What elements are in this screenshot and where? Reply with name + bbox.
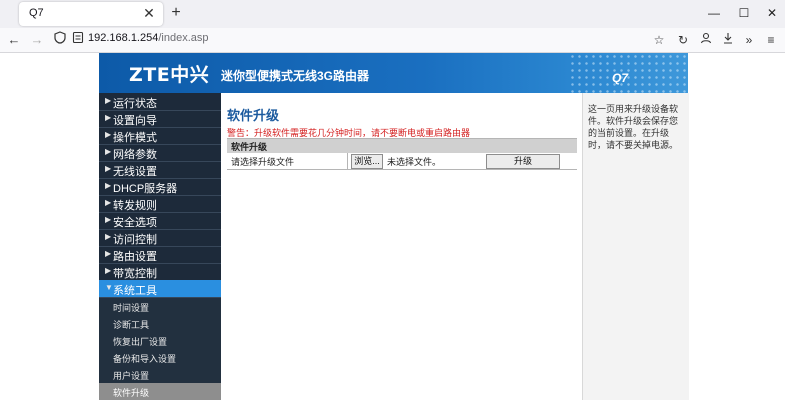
- file-label: 请选择升级文件: [231, 157, 295, 167]
- menu-hamburger-icon[interactable]: ≡: [761, 30, 781, 50]
- menu-item-wizard[interactable]: ▶ 设置向导: [99, 110, 221, 128]
- new-tab-button[interactable]: +: [166, 3, 186, 23]
- browse-button[interactable]: 浏览...: [351, 154, 383, 169]
- submenu-item-backup-import[interactable]: 备份和导入设置: [99, 349, 221, 366]
- menu-item-label: 设置向导: [113, 115, 157, 127]
- menu-item-bandwidth[interactable]: ▶ 带宽控制: [99, 263, 221, 281]
- menu-item-label: 网络参数: [113, 149, 157, 161]
- account-icon[interactable]: [696, 30, 716, 50]
- caret-right-icon: ▶: [105, 181, 112, 190]
- banner-dot-pattern: [569, 53, 688, 93]
- submenu-item-label: 诊断工具: [113, 320, 150, 330]
- url-path: /index.asp: [158, 32, 209, 44]
- menu-item-label: 运行状态: [113, 98, 157, 110]
- menu-item-label: 无线设置: [113, 166, 157, 178]
- back-arrow-icon[interactable]: ←: [4, 30, 24, 50]
- page-title: 软件升级: [227, 108, 280, 123]
- submenu-item-label: 用户设置: [113, 371, 150, 381]
- caret-right-icon: ▶: [105, 113, 112, 122]
- banner-title: 迷你型便携式无线3G路由器: [221, 69, 370, 83]
- downloads-icon[interactable]: [718, 30, 738, 50]
- browser-tab-bar: Q7 ✕ + — ☐ ✕: [0, 0, 785, 28]
- minimize-icon[interactable]: —: [703, 4, 725, 22]
- main-content: 软件升级 警告：升级软件需要花几分钟时间，请不要断电或重启路由器 软件升级 请选…: [221, 93, 582, 400]
- caret-right-icon: ▶: [105, 232, 112, 241]
- menu-item-wireless[interactable]: ▶ 无线设置: [99, 161, 221, 179]
- menu-item-dhcp[interactable]: ▶ DHCP服务器: [99, 178, 221, 196]
- column-divider: [347, 153, 348, 169]
- caret-down-icon: ▼: [105, 283, 113, 292]
- menu-item-label: 安全选项: [113, 217, 157, 229]
- menu-item-label: DHCP服务器: [113, 183, 178, 195]
- submenu-item-time[interactable]: 时间设置: [99, 298, 221, 315]
- forward-arrow-icon[interactable]: →: [27, 30, 47, 50]
- caret-right-icon: ▶: [105, 130, 112, 139]
- overflow-chevron-icon[interactable]: »: [739, 30, 759, 50]
- menu-item-forwarding[interactable]: ▶ 转发规则: [99, 195, 221, 213]
- submenu-item-firmware-upgrade[interactable]: 软件升级: [99, 383, 221, 400]
- menu-item-label: 系统工具: [113, 285, 157, 297]
- maximize-icon[interactable]: ☐: [733, 4, 755, 22]
- caret-right-icon: ▶: [105, 147, 112, 156]
- page-info-icon[interactable]: [68, 30, 88, 50]
- url-host: 192.168.1.254: [88, 32, 159, 44]
- submenu-item-diagnostics[interactable]: 诊断工具: [99, 315, 221, 332]
- menu-item-label: 访问控制: [113, 234, 157, 246]
- menu-item-system-tools[interactable]: ▼ 系统工具: [99, 280, 221, 298]
- menu-item-status[interactable]: ▶ 运行状态: [99, 93, 221, 111]
- browser-nav-bar: ← → 192.168.1.254/index.asp ☆ ↻ » ≡: [0, 28, 785, 53]
- bookmark-star-icon[interactable]: ☆: [649, 30, 669, 50]
- help-text: 这一页用来升级设备软件。软件升级会保存您的当前设置。在升级时，请不要关掉电源。: [588, 104, 679, 150]
- submenu-item-factory-reset[interactable]: 恢复出厂设置: [99, 332, 221, 349]
- menu-item-network[interactable]: ▶ 网络参数: [99, 144, 221, 162]
- router-page: ZTE中兴 迷你型便携式无线3G路由器 Q7 ▶ 运行状态 ▶ 设置向导 ▶ 操…: [0, 53, 785, 400]
- shield-icon[interactable]: [50, 30, 70, 50]
- submenu-item-label: 恢复出厂设置: [113, 337, 168, 347]
- close-window-icon[interactable]: ✕: [761, 4, 783, 22]
- menu-item-routing[interactable]: ▶ 路由设置: [99, 246, 221, 264]
- form-header: 软件升级: [227, 139, 577, 153]
- caret-right-icon: ▶: [105, 164, 112, 173]
- help-panel: 这一页用来升级设备软件。软件升级会保存您的当前设置。在升级时，请不要关掉电源。: [582, 93, 689, 400]
- menu-item-label: 带宽控制: [113, 268, 157, 280]
- close-tab-icon[interactable]: ✕: [141, 4, 157, 22]
- submenu-item-label: 时间设置: [113, 303, 150, 313]
- submenu-item-label: 软件升级: [113, 388, 150, 398]
- header-banner: ZTE中兴 迷你型便携式无线3G路由器 Q7: [99, 53, 688, 93]
- caret-right-icon: ▶: [105, 96, 112, 105]
- caret-right-icon: ▶: [105, 266, 112, 275]
- selected-file-text: 未选择文件。: [387, 157, 442, 167]
- zte-logo: ZTE中兴: [129, 64, 210, 86]
- tab-title: Q7: [29, 7, 44, 19]
- reload-icon[interactable]: ↻: [673, 30, 693, 50]
- form-header-label: 软件升级: [231, 142, 268, 152]
- model-name: Q7: [612, 71, 629, 85]
- menu-item-label: 操作模式: [113, 132, 157, 144]
- upgrade-form: 软件升级 请选择升级文件 浏览... 未选择文件。 升级: [227, 138, 577, 170]
- caret-right-icon: ▶: [105, 198, 112, 207]
- browser-tab[interactable]: Q7 ✕: [19, 2, 163, 26]
- menu-item-label: 路由设置: [113, 251, 157, 263]
- url-bar[interactable]: 192.168.1.254/index.asp: [88, 32, 209, 44]
- sidebar-menu: ▶ 运行状态 ▶ 设置向导 ▶ 操作模式 ▶ 网络参数 ▶ 无线设置 ▶ DHC…: [99, 93, 221, 400]
- menu-item-operation-mode[interactable]: ▶ 操作模式: [99, 127, 221, 145]
- menu-item-security[interactable]: ▶ 安全选项: [99, 212, 221, 230]
- submenu-item-user[interactable]: 用户设置: [99, 366, 221, 383]
- upgrade-button[interactable]: 升级: [486, 154, 560, 169]
- caret-right-icon: ▶: [105, 215, 112, 224]
- file-select-row: 请选择升级文件 浏览... 未选择文件。 升级: [227, 153, 577, 170]
- menu-item-access-control[interactable]: ▶ 访问控制: [99, 229, 221, 247]
- submenu-item-label: 备份和导入设置: [113, 354, 177, 364]
- caret-right-icon: ▶: [105, 249, 112, 258]
- menu-item-label: 转发规则: [113, 200, 157, 212]
